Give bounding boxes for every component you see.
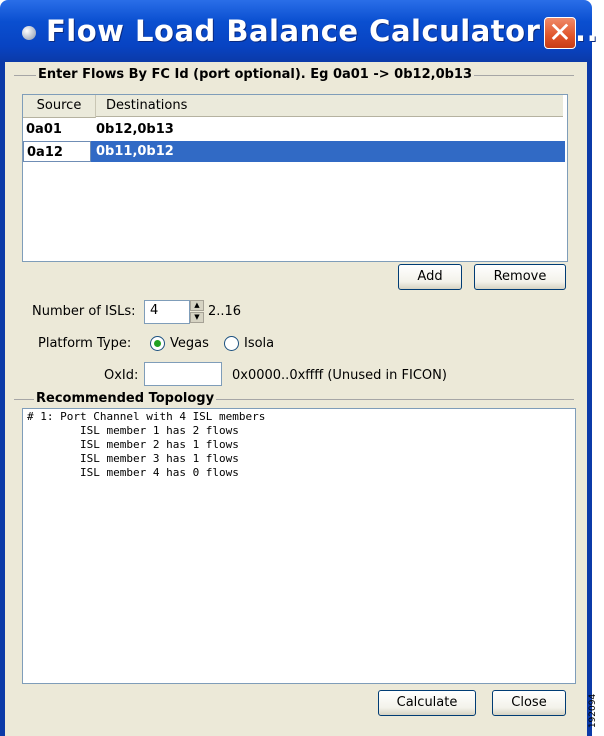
add-button[interactable]: Add: [398, 264, 462, 290]
platform-isola-radio[interactable]: [224, 336, 239, 351]
platform-isola-label[interactable]: Isola: [244, 336, 274, 351]
oxid-range-hint: 0x0000..0xffff (Unused in FICON): [232, 368, 447, 383]
remove-button[interactable]: Remove: [474, 264, 566, 290]
figure-number: 192094: [588, 690, 604, 736]
platform-vegas-label[interactable]: Vegas: [170, 336, 209, 351]
topology-line: ISL member 3 has 1 flows: [27, 452, 239, 465]
source-cell[interactable]: 0a01: [23, 119, 91, 140]
figure-number-text: 192094: [588, 693, 599, 729]
oxid-input[interactable]: [144, 362, 222, 386]
column-header-destinations[interactable]: Destinations: [96, 95, 563, 117]
table-row-selected[interactable]: 0a12 0b11,0b12: [23, 141, 565, 162]
source-cell-editing[interactable]: 0a12: [23, 141, 91, 162]
calculator-window: Flow Load Balance Calculator -... ✕ Ente…: [0, 0, 598, 736]
calculate-button[interactable]: Calculate: [378, 690, 476, 716]
close-icon: ✕: [548, 16, 572, 49]
isl-count-input[interactable]: 4: [144, 300, 190, 324]
flows-group-legend: Enter Flows By FC Id (port optional). Eg…: [36, 67, 475, 82]
platform-vegas-radio[interactable]: [150, 336, 165, 351]
oxid-label: OxId:: [104, 368, 139, 383]
topology-line: ISL member 1 has 2 flows: [27, 424, 239, 437]
isl-range-hint: 2..16: [208, 304, 242, 319]
close-button[interactable]: Close: [492, 690, 566, 716]
topology-output[interactable]: # 1: Port Channel with 4 ISL members ISL…: [22, 408, 576, 684]
isl-label: Number of ISLs:: [32, 304, 136, 319]
app-icon: [22, 26, 36, 40]
spinner-up-icon[interactable]: ▲: [190, 300, 204, 311]
topology-line: ISL member 2 has 1 flows: [27, 438, 239, 451]
spinner-down-icon[interactable]: ▼: [190, 312, 204, 323]
title-bar[interactable]: Flow Load Balance Calculator -... ✕: [0, 0, 598, 62]
window-title: Flow Load Balance Calculator -...: [46, 14, 599, 48]
close-window-button[interactable]: ✕: [544, 16, 576, 49]
platform-type-label: Platform Type:: [38, 336, 132, 351]
table-row[interactable]: 0a01 0b12,0b13: [23, 119, 565, 140]
isl-count-spinner[interactable]: ▲ ▼: [190, 300, 204, 324]
topology-line: ISL member 4 has 0 flows: [27, 466, 239, 479]
flows-table[interactable]: Source Destinations 0a01 0b12,0b13 0a12 …: [22, 94, 568, 262]
destinations-cell[interactable]: 0b11,0b12: [93, 141, 565, 162]
destinations-cell[interactable]: 0b12,0b13: [93, 119, 565, 140]
topology-group-legend: Recommended Topology: [34, 391, 217, 406]
topology-line: # 1: Port Channel with 4 ISL members: [27, 410, 266, 423]
radio-selected-dot: [154, 340, 161, 347]
column-header-source[interactable]: Source: [23, 95, 96, 118]
